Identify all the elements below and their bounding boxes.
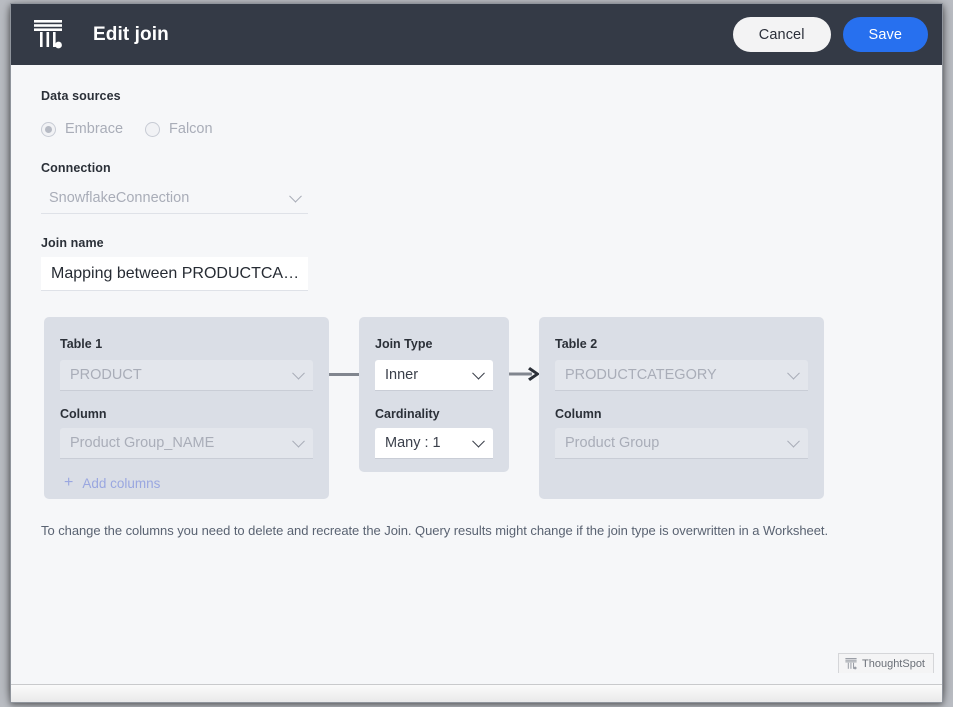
window-footer-bar <box>11 684 942 702</box>
join-connector-line <box>329 373 359 376</box>
header-actions: Cancel Save <box>732 17 928 52</box>
chevron-down-icon <box>292 366 305 380</box>
application-window: Edit join Cancel Save Data sources Embra… <box>10 3 943 703</box>
table2-select[interactable]: PRODUCTCATEGORY <box>555 360 808 391</box>
join-type-label: Join Type <box>375 337 433 351</box>
add-columns-button[interactable]: + Add columns <box>60 475 313 491</box>
app-header: Edit join Cancel Save <box>11 4 942 65</box>
chevron-down-icon <box>472 434 485 448</box>
radio-embrace-icon <box>41 121 56 137</box>
cancel-button[interactable]: Cancel <box>732 17 831 52</box>
save-button[interactable]: Save <box>842 17 928 52</box>
join-type-value: Inner <box>385 367 419 383</box>
data-sources-label: Data sources <box>41 89 121 103</box>
join-type-card: Join Type Inner Cardinality Many : 1 <box>359 317 509 472</box>
radio-falcon-icon <box>145 121 161 137</box>
cardinality-select[interactable]: Many : 1 <box>375 428 493 459</box>
table2-value: PRODUCTCATEGORY <box>565 367 717 383</box>
table2-label: Table 2 <box>555 337 598 351</box>
table1-label: Table 1 <box>60 337 103 351</box>
radio-falcon-label: Falcon <box>169 121 213 137</box>
helper-note: To change the columns you need to delete… <box>41 523 829 538</box>
connection-label: Connection <box>41 161 111 175</box>
radio-embrace-label: Embrace <box>65 121 124 137</box>
table1-card: Table 1 PRODUCT Column Product Group_NAM… <box>44 317 329 499</box>
table1-column-value: Product Group_NAME <box>70 435 215 451</box>
connection-value: SnowflakeConnection <box>49 189 190 206</box>
data-sources-radio-group: Embrace Falcon <box>41 121 912 137</box>
plus-icon: + <box>64 474 74 491</box>
chevron-down-icon <box>472 366 485 380</box>
radio-option-embrace[interactable]: Embrace <box>41 121 123 137</box>
table1-value: PRODUCT <box>70 367 142 383</box>
table1-column-select[interactable]: Product Group_NAME <box>60 428 313 459</box>
page-title: Edit join <box>93 23 169 45</box>
connection-select[interactable]: SnowflakeConnection <box>41 182 308 214</box>
join-name-label: Join name <box>41 236 104 250</box>
table2-card: Table 2 PRODUCTCATEGORY Column Product G… <box>539 317 824 499</box>
join-type-select[interactable]: Inner <box>375 360 493 391</box>
table2-column-select[interactable]: Product Group <box>555 428 808 459</box>
cardinality-value: Many : 1 <box>385 435 441 451</box>
table2-column-value: Product Group <box>565 435 660 451</box>
join-connector-arrow-icon <box>509 367 540 381</box>
cardinality-label: Cardinality <box>375 407 440 421</box>
join-diagram: Table 1 PRODUCT Column Product Group_NAM… <box>41 317 912 499</box>
brand-text: ThoughtSpot <box>862 657 925 670</box>
chevron-down-icon <box>787 434 800 448</box>
edit-join-form: Data sources Embrace Falcon Connection S… <box>11 65 942 691</box>
table2-column-label: Column <box>555 407 602 421</box>
table1-select[interactable]: PRODUCT <box>60 360 313 391</box>
chevron-down-icon <box>787 366 800 380</box>
chevron-down-icon <box>292 434 305 448</box>
thoughtspot-logo-icon <box>845 657 857 669</box>
table1-column-label: Column <box>60 407 107 421</box>
radio-option-falcon[interactable]: Falcon <box>145 121 213 137</box>
add-columns-label: Add columns <box>82 475 161 491</box>
brand-chip: ThoughtSpot <box>838 653 934 673</box>
thoughtspot-logo-icon <box>34 19 62 48</box>
join-name-input[interactable] <box>41 257 308 291</box>
chevron-down-icon <box>289 189 302 203</box>
